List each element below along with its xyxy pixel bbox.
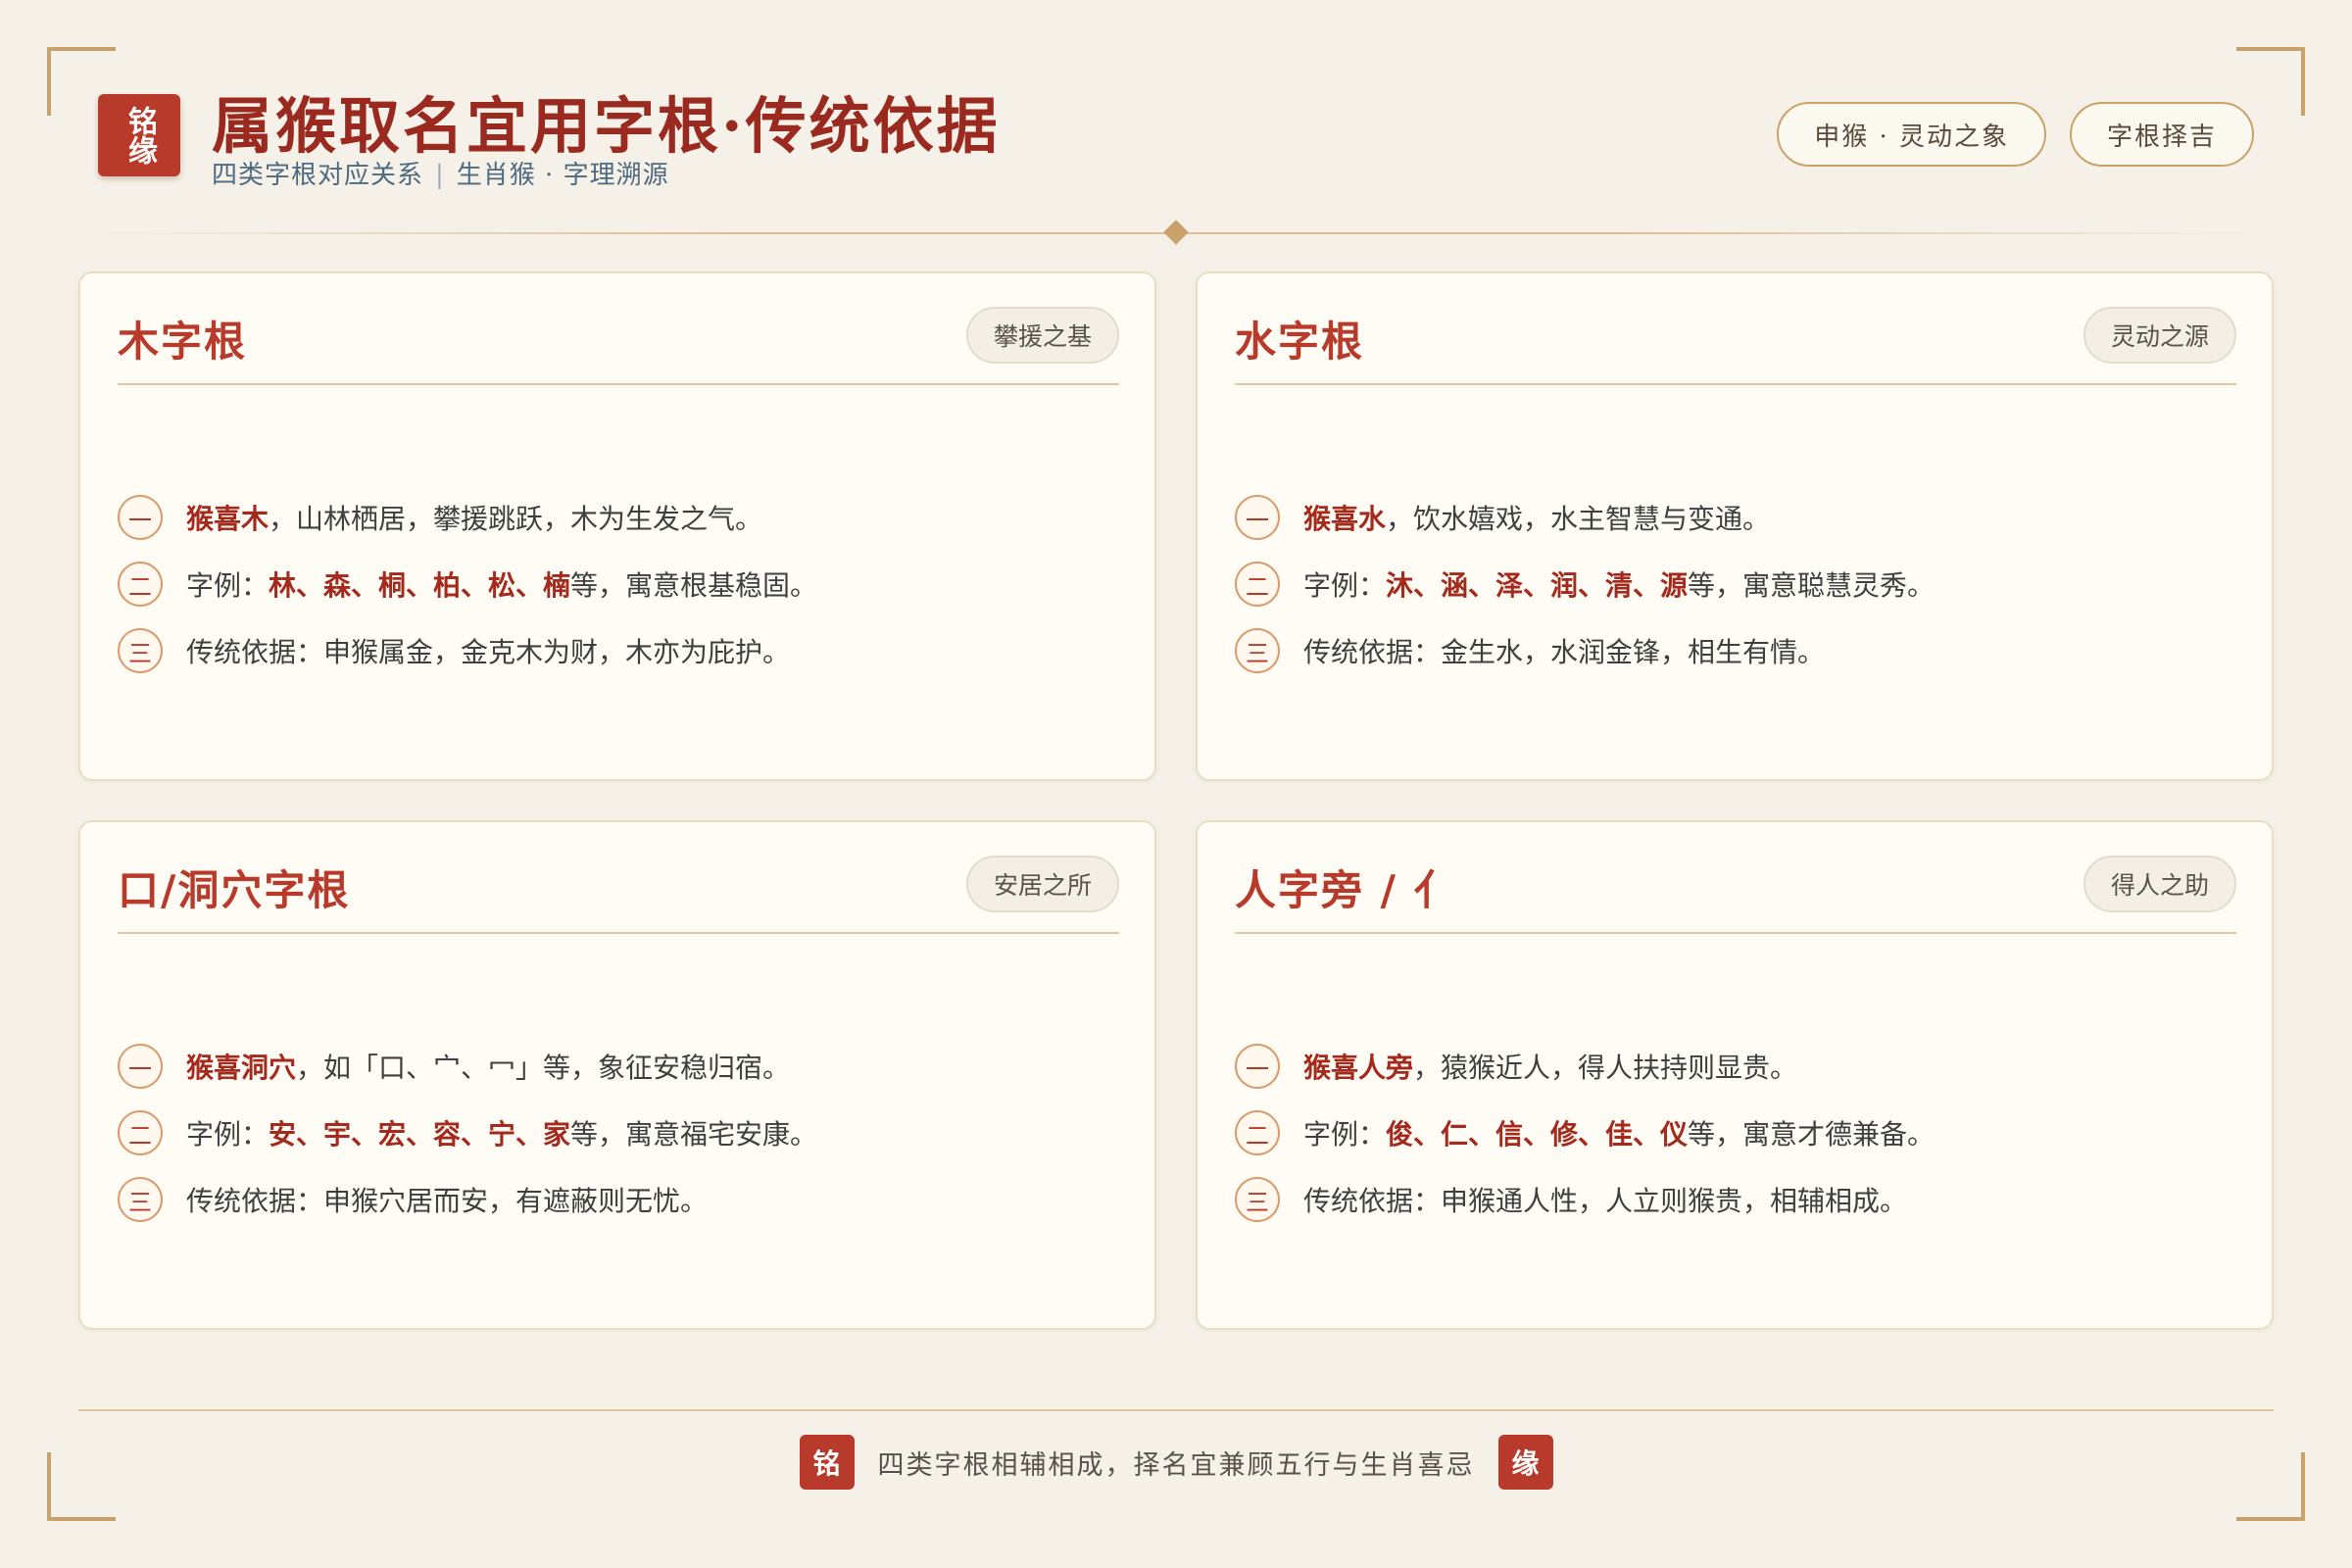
number-badge: 二 (1235, 1110, 1280, 1155)
highlight-text: 猴喜水 (1303, 503, 1387, 535)
footer-seal-right: 缘 (1497, 1435, 1553, 1490)
list-item: 三 传统依据：申猴穴居而安，有遮蔽则无忧。 (118, 1166, 817, 1233)
item-prefix: 字例： (1303, 569, 1387, 602)
page-header: 铭缘 属猴取名宜用字根·传统依据 四类字根对应关系 | 生肖猴 · 字理溯源 申猴 … (98, 74, 2254, 192)
number-badge: 一 (118, 495, 163, 540)
list-item: 一 猴喜人旁 ，猿猴近人，得人扶持则显贵。 (1235, 1033, 1935, 1100)
list-item: 二 字例： 俊、仁、信、修、佳、仪 等，寓意才德兼备。 (1235, 1100, 1935, 1166)
highlight-text: 猴喜木 (186, 503, 270, 535)
card-tag: 灵动之源 (2082, 307, 2236, 364)
subtitle-separator: | (435, 161, 445, 190)
number-badge: 三 (118, 628, 163, 673)
list-item: 一 猴喜木 ，山林栖居，攀援跳跃，木为生发之气。 (118, 484, 817, 551)
card-title: 人字旁 / 亻 (1235, 866, 1457, 914)
item-text: ，猿猴近人，得人扶持则显贵。 (1413, 1052, 1798, 1084)
list-item: 一 猴喜水 ，饮水嬉戏，水主智慧与变通。 (1235, 484, 1935, 551)
number-badge: 二 (118, 1110, 163, 1155)
card-divider (1235, 383, 2236, 385)
highlight-text: 俊、仁、信、修、佳、仪 (1386, 1118, 1689, 1151)
card-tag: 攀援之基 (965, 307, 1119, 364)
item-prefix: 字例： (186, 569, 270, 602)
card-cave-radical: 口/洞穴字根 安居之所 一 猴喜洞穴 ，如「口、宀、冖」等，象征安稳归宿。 二 字… (78, 820, 1156, 1330)
list-item: 二 字例： 安、宇、宏、容、宁、家 等，寓意福宅安康。 (118, 1100, 817, 1166)
item-text: 等，寓意根基稳固。 (570, 569, 818, 602)
card-title: 水字根 (1235, 318, 1365, 366)
card-divider (118, 383, 1119, 385)
number-badge: 三 (1235, 628, 1280, 673)
number-badge: 二 (118, 562, 163, 607)
card-water-radical: 水字根 灵动之源 一 猴喜水 ，饮水嬉戏，水主智慧与变通。 二 字例： 沐、涵、泽、… (1196, 271, 2274, 781)
item-text: 传统依据：金生水，水润金锋，相生有情。 (1303, 636, 1826, 668)
card-item-list: 一 猴喜木 ，山林栖居，攀援跳跃，木为生发之气。 二 字例： 林、森、桐、柏、松、楠… (118, 484, 817, 684)
list-item: 二 字例： 沐、涵、泽、润、清、源 等，寓意聪慧灵秀。 (1235, 551, 1935, 617)
item-prefix: 字例： (1303, 1118, 1387, 1151)
tag-shen-monkey[interactable]: 申猴 · 灵动之象 (1777, 102, 2046, 167)
number-badge: 二 (1235, 562, 1280, 607)
item-prefix: 字例： (186, 1118, 270, 1151)
item-text: 等，寓意聪慧灵秀。 (1688, 569, 1936, 602)
card-tag: 安居之所 (965, 856, 1119, 912)
number-badge: 三 (1235, 1177, 1280, 1222)
list-item: 三 传统依据：申猴属金，金克木为财，木亦为庇护。 (118, 617, 817, 684)
card-wood-radical: 木字根 攀援之基 一 猴喜木 ，山林栖居，攀援跳跃，木为生发之气。 二 字例： 林、… (78, 271, 1156, 781)
item-text: 传统依据：申猴属金，金克木为财，木亦为庇护。 (186, 636, 791, 668)
highlight-text: 林、森、桐、柏、松、楠 (269, 569, 571, 602)
highlight-text: 猴喜洞穴 (186, 1052, 297, 1084)
subtitle-left: 四类字根对应关系 (212, 161, 424, 190)
footer-text: 四类字根相辅相成，择名宜兼顾五行与生肖喜忌 (877, 1449, 1475, 1481)
card-person-radical: 人字旁 / 亻 得人之助 一 猴喜人旁 ，猿猴近人，得人扶持则显贵。 二 字例：俊… (1196, 820, 2274, 1330)
list-item: 一 猴喜洞穴 ，如「口、宀、冖」等，象征安稳归宿。 (118, 1033, 817, 1100)
list-item: 三 传统依据：金生水，水润金锋，相生有情。 (1235, 617, 1935, 684)
footer-seal-left: 铭 (799, 1435, 855, 1490)
item-text: 传统依据：申猴通人性，人立则猴贵，相辅相成。 (1303, 1185, 1908, 1217)
item-text: ，如「口、宀、冖」等，象征安稳归宿。 (296, 1052, 791, 1084)
footer-divider (78, 1409, 2274, 1411)
item-text: 等，寓意福宅安康。 (570, 1118, 818, 1151)
item-text: 传统依据：申猴穴居而安，有遮蔽则无忧。 (186, 1185, 709, 1217)
subtitle-right: 生肖猴 · 字理溯源 (456, 161, 669, 190)
card-divider (1235, 932, 2236, 934)
card-title: 木字根 (118, 318, 248, 366)
highlight-text: 安、宇、宏、容、宁、家 (269, 1118, 571, 1151)
number-badge: 一 (1235, 1044, 1280, 1089)
item-text: 等，寓意才德兼备。 (1688, 1118, 1936, 1151)
page-subtitle: 四类字根对应关系 | 生肖猴 · 字理溯源 (212, 155, 669, 191)
page-footer: 铭 四类字根相辅相成，择名宜兼顾五行与生肖喜忌 缘 (0, 1433, 2352, 1492)
list-item: 二 字例： 林、森、桐、柏、松、楠 等，寓意根基稳固。 (118, 551, 817, 617)
number-badge: 一 (118, 1044, 163, 1089)
card-tag: 得人之助 (2082, 856, 2236, 912)
list-item: 三 传统依据：申猴通人性，人立则猴贵，相辅相成。 (1235, 1166, 1935, 1233)
item-text: ，饮水嬉戏，水主智慧与变通。 (1386, 503, 1771, 535)
card-title: 口/洞穴字根 (118, 866, 351, 914)
item-text: ，山林栖居，攀援跳跃，木为生发之气。 (269, 503, 763, 535)
page-title: 属猴取名宜用字根·传统依据 (212, 90, 1001, 162)
highlight-text: 沐、涵、泽、润、清、源 (1386, 569, 1689, 602)
diamond-ornament (1163, 220, 1189, 245)
number-badge: 一 (1235, 495, 1280, 540)
header-tags: 申猴 · 灵动之象 字根择吉 (1777, 102, 2254, 167)
card-divider (118, 932, 1119, 934)
highlight-text: 猴喜人旁 (1303, 1052, 1414, 1084)
seal-logo: 铭缘 (98, 94, 180, 176)
card-item-list: 一 猴喜水 ，饮水嬉戏，水主智慧与变通。 二 字例： 沐、涵、泽、润、清、源 等，寓意… (1235, 484, 1935, 684)
tag-zigen-zeji[interactable]: 字根择吉 (2069, 102, 2254, 167)
number-badge: 三 (118, 1177, 163, 1222)
card-item-list: 一 猴喜洞穴 ，如「口、宀、冖」等，象征安稳归宿。 二 字例： 安、宇、宏、容、宁、… (118, 1033, 817, 1233)
card-item-list: 一 猴喜人旁 ，猿猴近人，得人扶持则显贵。 二 字例： 俊、仁、信、修、佳、仪 等，寓… (1235, 1033, 1935, 1233)
